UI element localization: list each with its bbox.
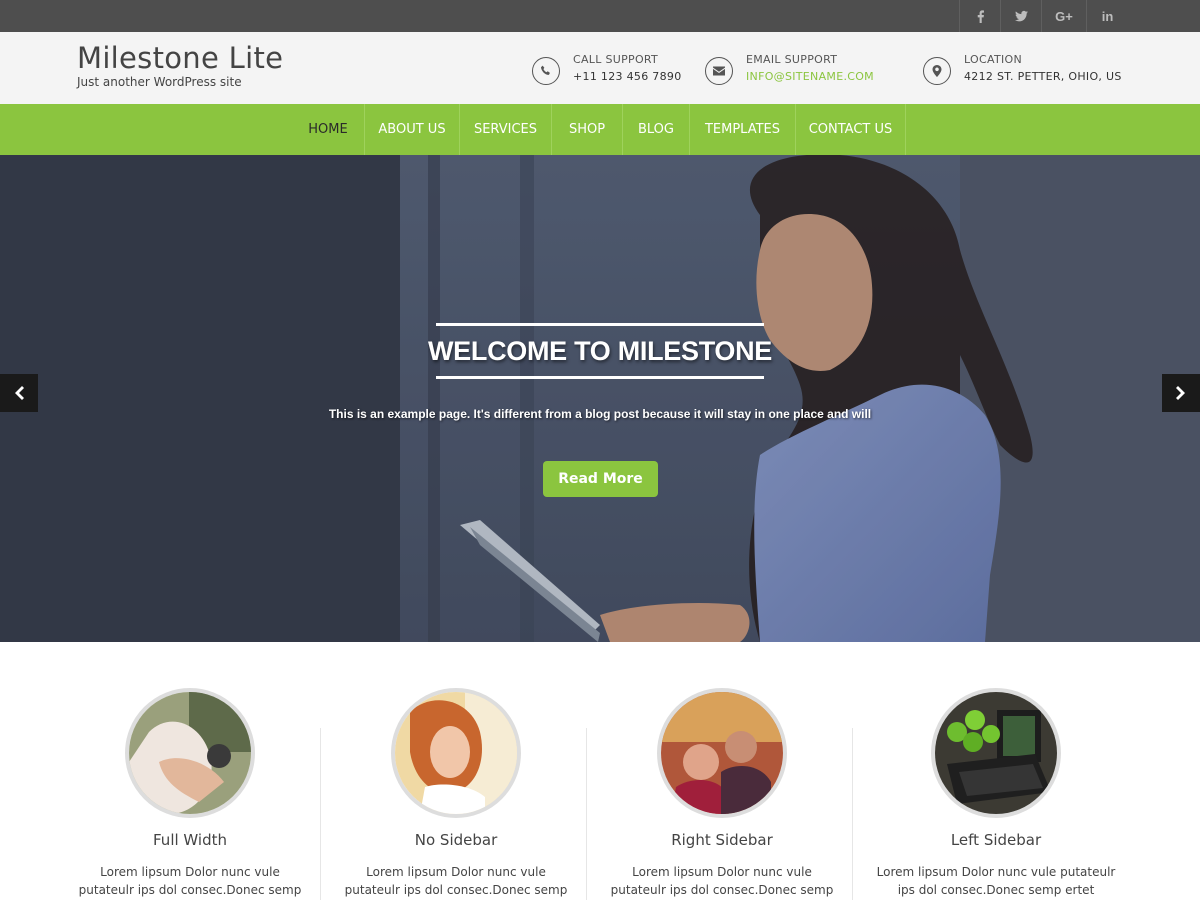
feature-line: ips dol consec.Donec semp ertet: [897, 883, 1095, 897]
call-support-label: CALL SUPPORT: [573, 53, 659, 66]
feature-description: Lorem lipsum Dolor nunc vule putateulr i…: [863, 863, 1129, 899]
feature-no-sidebar: No Sidebar Lorem lipsum Dolor nunc vule …: [323, 642, 589, 900]
feature-left-sidebar: Left Sidebar Lorem lipsum Dolor nunc vul…: [863, 642, 1129, 900]
nav-item-home[interactable]: HOME: [292, 104, 364, 155]
nav-item-templates[interactable]: TEMPLATES: [690, 104, 796, 155]
google-plus-glyph: G+: [1055, 8, 1073, 24]
slider-next-button[interactable]: [1162, 374, 1200, 412]
feature-description: Lorem lipsum Dolor nunc vule putateulr i…: [57, 863, 323, 899]
nav-item-shop[interactable]: SHOP: [552, 104, 623, 155]
feature-title[interactable]: No Sidebar: [323, 831, 589, 849]
nav-item-services[interactable]: SERVICES: [460, 104, 552, 155]
envelope-icon: [705, 57, 733, 85]
email-support-link[interactable]: INFO@SITENAME.COM: [746, 70, 874, 83]
feature-image[interactable]: [125, 688, 255, 818]
chevron-left-icon: [15, 386, 24, 400]
feature-line: Lorem lipsum Dolor nunc vule: [632, 865, 812, 879]
feature-description: Lorem lipsum Dolor nunc vule putateulr i…: [589, 863, 855, 899]
twitter-icon[interactable]: [1000, 0, 1041, 32]
nav-item-contact-us[interactable]: CONTACT US: [796, 104, 906, 155]
main-navigation: HOME ABOUT US SERVICES SHOP BLOG TEMPLAT…: [0, 104, 1200, 155]
hero-description: This is an example page. It's different …: [328, 407, 872, 421]
email-support-label: EMAIL SUPPORT: [746, 53, 838, 66]
linkedin-glyph: in: [1101, 8, 1114, 24]
feature-line: Lorem lipsum Dolor nunc vule putateulr: [876, 865, 1116, 879]
google-plus-icon[interactable]: G+: [1041, 0, 1086, 32]
feature-right-sidebar: Right Sidebar Lorem lipsum Dolor nunc vu…: [589, 642, 855, 900]
nav-item-blog[interactable]: BLOG: [623, 104, 690, 155]
site-tagline: Just another WordPress site: [77, 75, 242, 89]
feature-title[interactable]: Left Sidebar: [863, 831, 1129, 849]
read-more-button[interactable]: Read More: [543, 461, 658, 497]
feature-description: Lorem lipsum Dolor nunc vule putateulr i…: [323, 863, 589, 899]
phone-icon: [532, 57, 560, 85]
call-support-number: +11 123 456 7890: [573, 70, 682, 83]
site-header: Milestone Lite Just another WordPress si…: [0, 32, 1200, 104]
nav-item-about-us[interactable]: ABOUT US: [364, 104, 460, 155]
feature-image[interactable]: [391, 688, 521, 818]
hero-background-image: [0, 155, 1200, 642]
feature-line: putateulr ips dol consec.Donec semp: [78, 883, 302, 897]
feature-line: putateulr ips dol consec.Donec semp: [344, 883, 568, 897]
features-section: Full Width Lorem lipsum Dolor nunc vule …: [0, 642, 1200, 900]
slider-prev-button[interactable]: [0, 374, 38, 412]
site-title[interactable]: Milestone Lite: [77, 41, 283, 75]
facebook-icon[interactable]: [959, 0, 1000, 32]
chevron-right-icon: [1176, 386, 1185, 400]
feature-title[interactable]: Right Sidebar: [589, 831, 855, 849]
social-topbar: G+ in: [0, 0, 1200, 32]
hero-slider: WELCOME TO MILESTONE This is an example …: [0, 155, 1200, 642]
hero-title: WELCOME TO MILESTONE: [428, 323, 772, 379]
location-address: 4212 ST. PETTER, OHIO, US: [964, 70, 1122, 83]
linkedin-icon[interactable]: in: [1086, 0, 1128, 32]
location-label: LOCATION: [964, 53, 1022, 66]
feature-line: Lorem lipsum Dolor nunc vule: [100, 865, 280, 879]
feature-image[interactable]: [931, 688, 1061, 818]
map-marker-icon: [923, 57, 951, 85]
feature-full-width: Full Width Lorem lipsum Dolor nunc vule …: [57, 642, 323, 900]
feature-line: putateulr ips dol consec.Donec semp: [610, 883, 834, 897]
feature-image[interactable]: [657, 688, 787, 818]
feature-line: Lorem lipsum Dolor nunc vule: [366, 865, 546, 879]
feature-title[interactable]: Full Width: [57, 831, 323, 849]
